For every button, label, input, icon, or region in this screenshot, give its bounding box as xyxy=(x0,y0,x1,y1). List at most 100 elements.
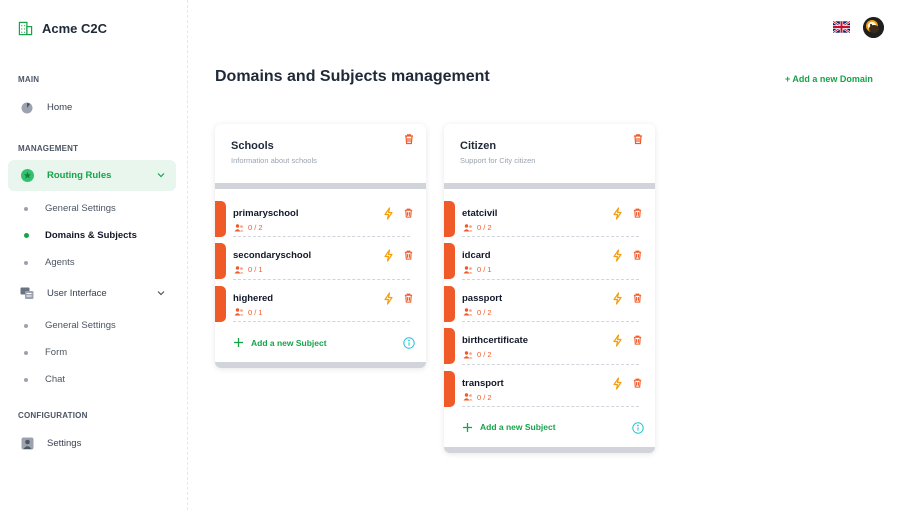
sidebar-subitem-label: Domains & Subjects xyxy=(45,230,137,241)
subject-item[interactable]: etatcivil 0 / 2 xyxy=(444,195,655,238)
users-icon xyxy=(234,308,244,316)
domain-subtitle: Information about schools xyxy=(231,156,317,165)
lightning-icon[interactable] xyxy=(612,292,623,305)
agent-count-text: 0 / 2 xyxy=(477,307,492,317)
info-icon[interactable] xyxy=(403,337,415,349)
sidebar-item-label: Settings xyxy=(47,438,82,449)
trash-icon[interactable] xyxy=(632,377,643,389)
subject-item[interactable]: passport 0 / 2 xyxy=(444,280,655,323)
trash-icon[interactable] xyxy=(403,207,414,219)
subject-name: secondaryschool xyxy=(233,250,312,262)
trash-icon[interactable] xyxy=(632,292,643,304)
lightning-icon[interactable] xyxy=(612,334,623,347)
subject-item[interactable]: secondaryschool 0 / 1 xyxy=(215,237,426,280)
lightning-icon[interactable] xyxy=(612,207,623,220)
brand[interactable]: Acme C2C xyxy=(18,21,107,36)
user-settings-icon xyxy=(20,437,34,451)
subject-name: idcard xyxy=(462,250,491,262)
add-subject-row: Add a new Subject xyxy=(444,407,655,447)
add-subject-button[interactable]: Add a new Subject xyxy=(233,337,327,348)
avatar-icon xyxy=(863,17,884,38)
sidebar-item-user-interface[interactable]: User Interface xyxy=(8,278,176,309)
monitor-icon xyxy=(20,287,34,301)
add-subject-button[interactable]: Add a new Subject xyxy=(462,422,556,433)
subject-accent xyxy=(215,285,226,322)
sidebar: Acme C2C MAIN Home MANAGEMENT Routing Ru… xyxy=(0,0,188,510)
sidebar-subitem-ui-general-settings[interactable]: General Settings xyxy=(24,320,116,331)
subject-item[interactable]: highered 0 / 1 xyxy=(215,280,426,323)
agent-count: 0 / 1 xyxy=(234,265,263,274)
sidebar-item-label: Routing Rules xyxy=(47,170,112,181)
agent-count: 0 / 2 xyxy=(463,308,492,317)
chevron-down-icon[interactable] xyxy=(156,288,166,298)
card-header: Schools Information about schools xyxy=(215,124,426,183)
dashboard-icon xyxy=(20,101,34,115)
users-icon xyxy=(463,350,473,359)
domain-subtitle: Support for City citizen xyxy=(460,156,536,165)
lightning-icon[interactable] xyxy=(383,292,394,305)
agent-count: 0 / 2 xyxy=(234,223,263,232)
sidebar-subitem-agents[interactable]: Agents xyxy=(24,257,75,268)
subject-item[interactable]: transport 0 / 2 xyxy=(444,365,655,407)
subject-accent xyxy=(444,243,455,280)
sidebar-subitem-chat[interactable]: Chat xyxy=(24,374,65,385)
agent-count-text: 0 / 2 xyxy=(248,223,263,232)
user-avatar[interactable] xyxy=(863,17,884,38)
chevron-down-icon[interactable] xyxy=(156,170,166,180)
subject-name: transport xyxy=(462,377,504,389)
domain-card-citizen: Citizen Support for City citizen etatciv… xyxy=(444,124,655,453)
users-icon xyxy=(463,266,473,274)
trash-icon[interactable] xyxy=(632,133,644,145)
card-footer xyxy=(215,362,426,369)
sidebar-item-settings[interactable]: Settings xyxy=(8,428,176,459)
trash-icon[interactable] xyxy=(632,249,643,261)
subject-name: primaryschool xyxy=(233,208,299,219)
agent-count: 0 / 2 xyxy=(463,223,492,232)
sidebar-subitem-form[interactable]: Form xyxy=(24,347,67,358)
trash-icon[interactable] xyxy=(403,292,414,304)
add-domain-button[interactable]: + Add a new Domain xyxy=(785,74,873,84)
subject-item[interactable]: idcard 0 / 1 xyxy=(444,237,655,280)
subject-accent xyxy=(215,201,226,237)
agent-count: 0 / 2 xyxy=(463,393,492,402)
sidebar-item-routing-rules[interactable]: Routing Rules xyxy=(8,160,176,191)
subject-name: birthcertificate xyxy=(462,335,528,347)
sidebar-item-home[interactable]: Home xyxy=(8,92,176,123)
users-icon xyxy=(463,308,473,316)
bullet-icon xyxy=(24,323,28,328)
domain-title: Citizen xyxy=(460,140,497,152)
trash-icon[interactable] xyxy=(632,207,643,219)
add-subject-row: Add a new Subject xyxy=(215,322,426,362)
lightning-icon[interactable] xyxy=(612,249,623,262)
subject-item[interactable]: primaryschool 0 / 2 xyxy=(215,195,426,238)
sidebar-subitem-label: General Settings xyxy=(45,203,116,214)
agent-count-text: 0 / 2 xyxy=(477,223,492,232)
app-name: Acme C2C xyxy=(42,21,108,36)
lightning-icon[interactable] xyxy=(612,376,623,390)
star-icon xyxy=(20,169,34,183)
subject-name: etatcivil xyxy=(462,208,498,219)
add-subject-label: Add a new Subject xyxy=(480,422,556,433)
subject-accent xyxy=(444,370,455,407)
uk-flag-icon[interactable] xyxy=(833,21,850,33)
sidebar-subitem-label: Form xyxy=(45,347,68,358)
trash-icon[interactable] xyxy=(403,133,415,145)
card-header: Citizen Support for City citizen xyxy=(444,124,655,183)
trash-icon[interactable] xyxy=(403,249,414,261)
subject-accent xyxy=(444,285,455,322)
subject-list: etatcivil 0 / 2 idcard 0 / 1 passport 0 … xyxy=(444,189,655,447)
sidebar-subitem-general-settings[interactable]: General Settings xyxy=(24,203,116,214)
subject-name: passport xyxy=(462,292,503,304)
agent-count-text: 0 / 1 xyxy=(477,265,492,275)
subject-item[interactable]: birthcertificate 0 / 2 xyxy=(444,322,655,365)
lightning-icon[interactable] xyxy=(383,207,394,220)
subject-list: primaryschool 0 / 2 secondaryschool 0 / … xyxy=(215,189,426,362)
trash-icon[interactable] xyxy=(632,334,643,346)
lightning-icon[interactable] xyxy=(383,249,394,262)
users-icon xyxy=(234,266,244,274)
info-icon[interactable] xyxy=(632,422,644,434)
add-subject-label: Add a new Subject xyxy=(251,337,327,348)
sidebar-subitem-domains-subjects[interactable]: Domains & Subjects xyxy=(24,230,137,241)
agent-count-text: 0 / 1 xyxy=(248,265,263,275)
building-icon xyxy=(18,21,33,36)
